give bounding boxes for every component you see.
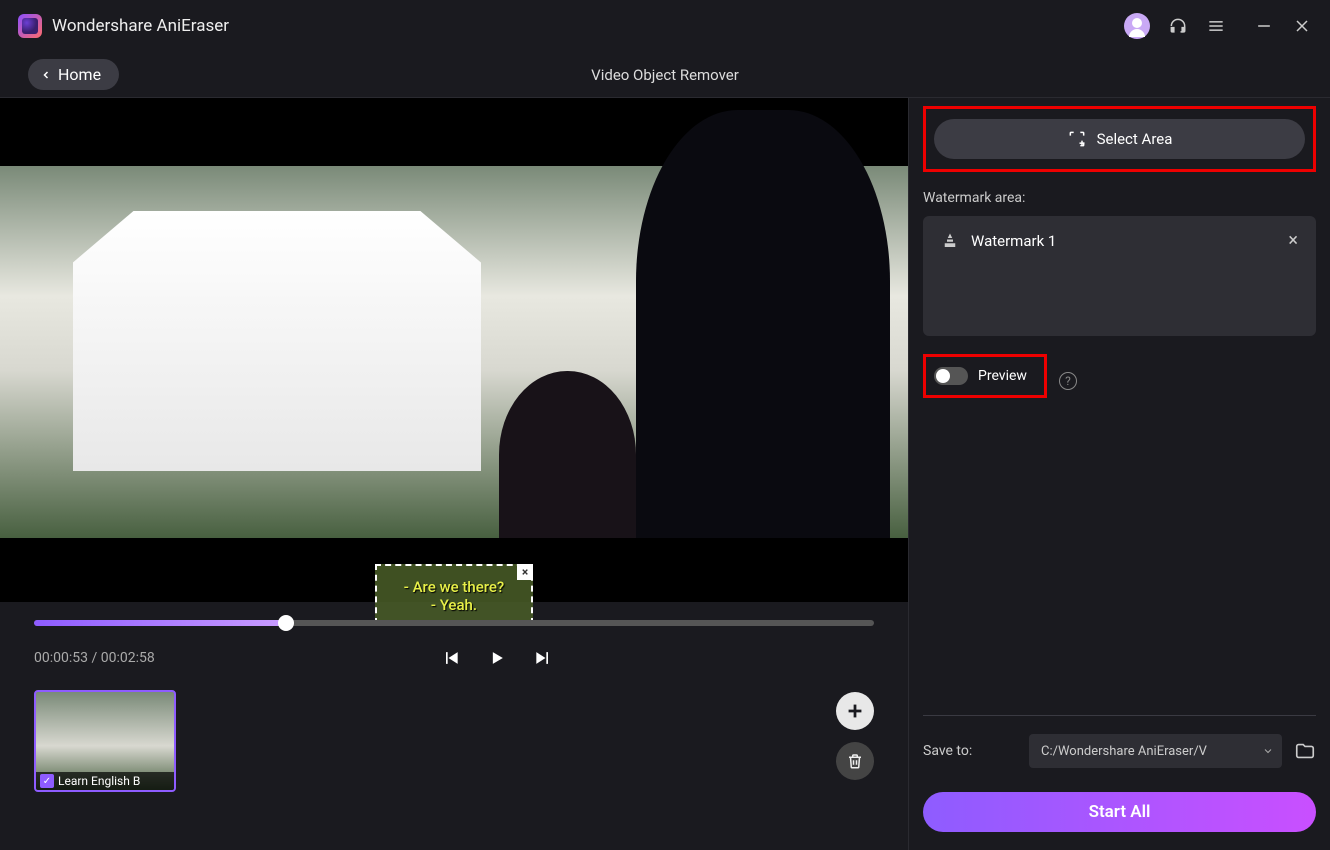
chevron-down-icon (1262, 745, 1274, 757)
preview-help-icon[interactable]: ? (1059, 372, 1077, 390)
select-area-label: Select Area (1097, 130, 1173, 148)
menu-hamburger-icon[interactable] (1206, 16, 1226, 36)
select-area-button[interactable]: Select Area (934, 119, 1305, 159)
save-path-value: C:/Wondershare AniEraser/V (1041, 744, 1262, 759)
titlebar: Wondershare AniEraser (0, 0, 1330, 52)
window-close-icon[interactable] (1292, 16, 1312, 36)
play-button-icon[interactable] (487, 648, 507, 668)
save-to-label: Save to: (923, 743, 1017, 759)
watermark-stamp-icon (941, 232, 959, 250)
scrubber-thumb[interactable] (278, 615, 294, 631)
video-viewport[interactable]: × - Are we there? - Yeah. (0, 98, 908, 602)
browse-folder-icon[interactable] (1294, 740, 1316, 762)
watermark-remove-icon[interactable]: × (1288, 230, 1298, 251)
subheader: Home Video Object Remover (0, 52, 1330, 98)
video-frame (0, 166, 908, 538)
home-button[interactable]: Home (28, 59, 119, 90)
start-all-label: Start All (1089, 802, 1151, 822)
app-title: Wondershare AniEraser (52, 16, 229, 36)
support-headset-icon[interactable] (1168, 16, 1188, 36)
thumbnail-label: Learn English B (58, 774, 140, 788)
timecode: 00:00:53 / 00:02:58 (34, 650, 155, 666)
save-path-dropdown[interactable]: C:/Wondershare AniEraser/V (1029, 734, 1282, 768)
clip-thumbnail[interactable]: ✓ Learn English B (34, 690, 176, 792)
home-label: Home (58, 65, 101, 84)
next-button-icon[interactable] (533, 648, 553, 668)
app-logo-icon (18, 14, 42, 38)
preview-label: Preview (978, 368, 1027, 384)
thumbnail-checkbox-icon[interactable]: ✓ (40, 774, 54, 788)
page-title: Video Object Remover (591, 66, 739, 84)
highlight-preview-toggle: Preview (923, 354, 1047, 398)
sidebar-panel: Select Area Watermark area: Watermark 1 … (908, 98, 1330, 850)
watermark-selection-box[interactable]: × - Are we there? - Yeah. (375, 564, 533, 624)
highlight-select-area: Select Area (923, 106, 1316, 172)
watermark-list: Watermark 1 × (923, 216, 1316, 336)
preview-toggle[interactable] (934, 367, 968, 385)
video-scrubber[interactable] (34, 620, 874, 626)
watermark-item[interactable]: Watermark 1 × (923, 216, 1316, 265)
user-avatar-icon[interactable] (1124, 13, 1150, 39)
add-clip-button[interactable] (836, 692, 874, 730)
watermark-area-label: Watermark area: (923, 190, 1316, 206)
delete-clip-button[interactable] (836, 742, 874, 780)
watermark-item-label: Watermark 1 (971, 232, 1056, 250)
start-all-button[interactable]: Start All (923, 792, 1316, 832)
window-minimize-icon[interactable] (1254, 16, 1274, 36)
video-subtitle-text: - Are we there? - Yeah. (377, 566, 531, 614)
selection-close-icon[interactable]: × (517, 564, 533, 580)
previous-button-icon[interactable] (441, 648, 461, 668)
